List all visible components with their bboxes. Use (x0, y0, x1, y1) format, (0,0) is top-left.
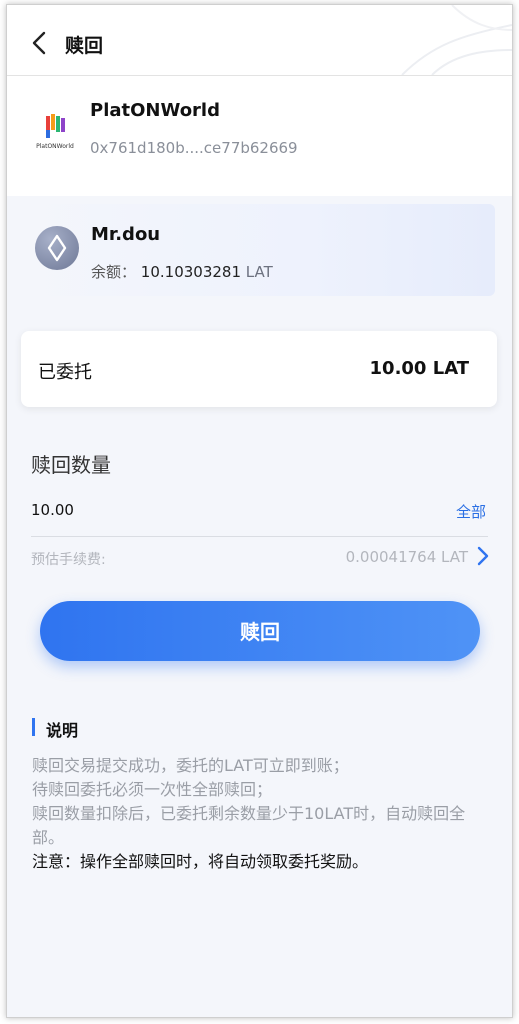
balance-unit: LAT (245, 263, 273, 281)
wallet-balance: 余额： 10.10303281 LAT (91, 261, 273, 282)
delegated-card: 已委托 10.00 LAT (21, 331, 497, 407)
redeem-amount-input[interactable] (31, 497, 431, 523)
wallet-name: Mr.dou (91, 224, 161, 245)
redeem-button[interactable]: 赎回 (40, 601, 480, 661)
top-bar: 赎回 (7, 5, 512, 76)
back-arrow-icon[interactable] (29, 29, 51, 57)
note-line: 待赎回委托必须一次性全部赎回； (32, 780, 273, 799)
avatar (35, 226, 79, 270)
balance-label: 余额： (91, 263, 137, 281)
redeem-all-link[interactable]: 全部 (456, 501, 486, 522)
note-line: 赎回交易提交成功，委托的LAT可立即到账； (32, 756, 349, 775)
note-title: 说明 (46, 721, 79, 740)
page-title: 赎回 (65, 35, 104, 57)
node-address: 0x761d180b....ce77b62669 (90, 139, 298, 157)
validator-node-card[interactable]: PlatONWorld PlatONWorld 0x761d180b....ce… (7, 76, 512, 196)
delegated-value: 10.00 LAT (369, 358, 469, 379)
note-warning: 注意：操作全部赎回时，将自动领取委托奖励。 (32, 852, 369, 871)
fee-label: 预估手续费: (31, 552, 106, 568)
delegated-label: 已委托 (38, 362, 92, 383)
app-screen: 赎回 PlatONWorld PlatONWorld 0x761d180b...… (6, 4, 513, 1018)
balance-value: 10.10303281 (140, 263, 241, 281)
diamond-icon (47, 234, 67, 262)
header-decoration (401, 5, 512, 75)
wallet-card: Mr.dou 余额： 10.10303281 LAT (21, 204, 495, 296)
note-accent-bar (32, 718, 35, 736)
note-line: 赎回数量扣除后，已委托剩余数量少于10LAT时，自动赎回全部。 (32, 804, 466, 847)
amount-divider (31, 536, 488, 537)
logo-caption: PlatONWorld (36, 143, 74, 150)
note-body: 赎回交易提交成功，委托的LAT可立即到账； 待赎回委托必须一次性全部赎回； 赎回… (32, 754, 492, 874)
redeem-amount-title: 赎回数量 (31, 453, 111, 477)
chevron-right-icon[interactable] (476, 545, 490, 567)
node-name: PlatONWorld (90, 100, 220, 121)
fee-value: 0.00041764 LAT (345, 548, 468, 566)
platonworld-logo-icon: PlatONWorld (36, 114, 74, 150)
